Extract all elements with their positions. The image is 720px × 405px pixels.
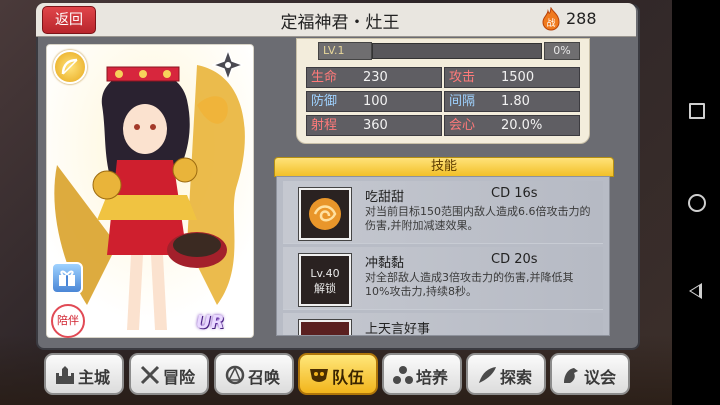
skill-cooldown: CD 20s (491, 252, 538, 267)
level-progress-bar (372, 43, 542, 59)
stat-key: 攻击 (449, 70, 476, 85)
stat-value: 230 (363, 70, 388, 85)
stat-hp: 生命 230 (306, 67, 442, 88)
level-label: LV.1 (318, 42, 372, 60)
skill-description: 对全部敌人造成3倍攻击力的伤害,并降低其10%攻击力,持续8秒。 (365, 271, 574, 298)
nav-tab-team[interactable]: 队伍 (298, 353, 378, 395)
power-value: 288 (566, 9, 597, 28)
skill-row[interactable]: 上天言好事 (283, 313, 603, 336)
castle-icon (56, 366, 74, 384)
stat-key: 射程 (311, 118, 338, 133)
back-triangle-icon[interactable] (684, 280, 708, 304)
nav-label: 队伍 (332, 368, 365, 387)
recent-apps-icon[interactable] (684, 98, 708, 122)
shuriken-icon (212, 49, 244, 81)
nav-label: 探索 (500, 368, 533, 387)
stat-attack: 攻击 1500 (444, 67, 580, 88)
nav-tab-council[interactable]: 议会 (550, 353, 630, 395)
rarity-badge: UR (196, 312, 225, 333)
companion-button[interactable]: 陪伴 (51, 304, 85, 338)
skills-header: 技能 (274, 157, 614, 177)
stat-key: 防御 (311, 94, 338, 109)
stat-value: 1500 (501, 70, 535, 85)
home-icon[interactable] (684, 190, 708, 214)
stat-key: 间隔 (449, 94, 476, 109)
stat-value: 100 (363, 94, 388, 109)
skill-sweet-swirl-icon (299, 188, 351, 240)
stat-crit: 会心 20.0% (444, 115, 580, 136)
skill-name: 上天言好事 (365, 322, 431, 336)
hero-title: 定福神君・灶王 (280, 13, 400, 33)
skill-lock-label: Lv.40 解锁 (310, 267, 340, 295)
nav-label: 培养 (416, 368, 449, 387)
stat-value: 20.0% (501, 118, 543, 133)
nav-label: 冒险 (163, 368, 196, 387)
council-dragon-icon (564, 368, 578, 383)
stat-defense: 防御 100 (306, 91, 442, 112)
power-icon-text: 战 (546, 18, 555, 29)
nav-tab-main-city[interactable]: 主城 (44, 353, 124, 395)
skill-description: 对当前目标150范围内敌人造成6.6倍攻击力的伤害,并附加减速效果。 (365, 205, 591, 232)
skill-list[interactable]: 吃甜甜 CD 16s 对当前目标150范围内敌人造成6.6倍攻击力的伤害,并附加… (276, 176, 610, 336)
skill-partial-icon (299, 320, 351, 335)
stat-range: 射程 360 (306, 115, 442, 136)
stat-key: 会心 (449, 118, 476, 133)
skill-locked-icon: Lv.40 解锁 (299, 254, 351, 306)
skill-row[interactable]: 吃甜甜 CD 16s 对当前目标150范围内敌人造成6.6倍攻击力的伤害,并附加… (283, 181, 603, 244)
stat-value: 360 (363, 118, 388, 133)
stat-key: 生命 (311, 70, 338, 85)
nav-tab-adventure[interactable]: 冒险 (129, 353, 209, 395)
nav-tab-summon[interactable]: 召唤 (214, 353, 294, 395)
skill-name: 冲黏黏 (365, 256, 405, 271)
summon-circle-icon (225, 365, 245, 385)
crossed-swords-icon (140, 365, 160, 385)
system-nav-bar (672, 0, 720, 405)
skill-name: 吃甜甜 (365, 190, 405, 205)
nav-label: 主城 (78, 368, 111, 387)
nav-label: 召唤 (248, 368, 281, 387)
bow-icon (53, 50, 87, 84)
explore-horn-icon (479, 367, 496, 383)
stat-value: 1.80 (501, 94, 530, 109)
stat-interval: 间隔 1.80 (444, 91, 580, 112)
nav-tab-cultivate[interactable]: 培养 (382, 353, 462, 395)
team-mask-icon (310, 369, 328, 382)
nav-label: 议会 (584, 368, 617, 387)
back-button[interactable]: 返回 (42, 6, 96, 34)
fire-battle-icon: 战 (542, 7, 560, 31)
level-progress-percent: 0% (544, 42, 580, 60)
skill-cooldown: CD 16s (491, 186, 538, 201)
skill-row[interactable]: Lv.40 解锁 冲黏黏 CD 20s 对全部敌人造成3倍攻击力的伤害,并降低其… (283, 247, 603, 310)
gift-ribbon-icon[interactable] (51, 262, 83, 294)
triple-gem-icon (393, 366, 413, 384)
nav-tab-explore[interactable]: 探索 (466, 353, 546, 395)
